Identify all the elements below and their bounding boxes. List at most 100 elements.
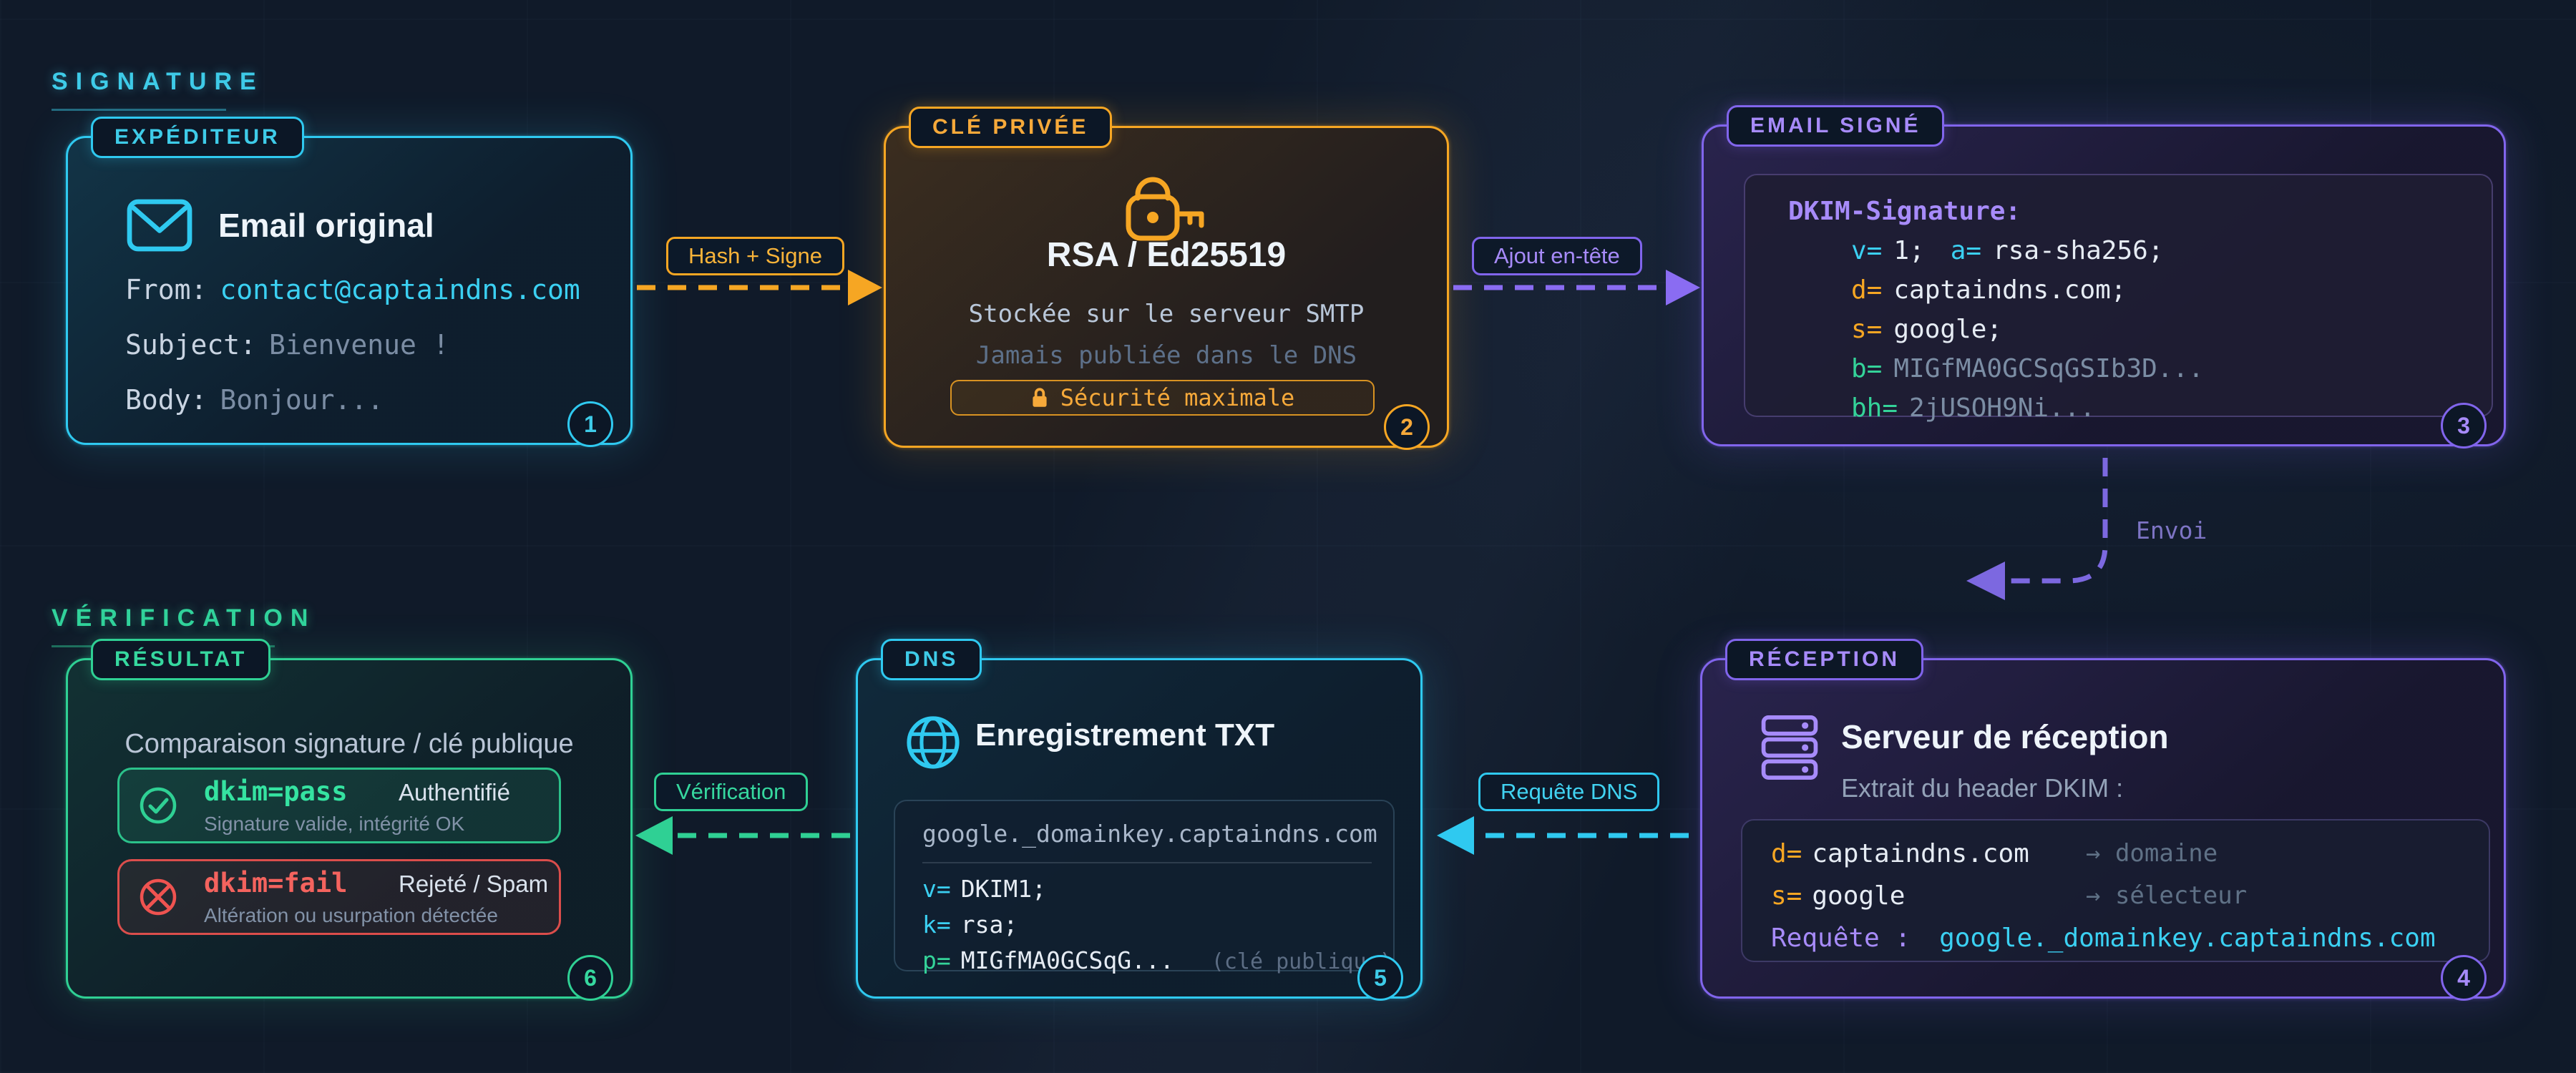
k-key: k= bbox=[922, 911, 951, 939]
arrow-left-icon bbox=[1966, 562, 2005, 600]
code-line-v-a: v= 1; a= rsa-sha256; bbox=[1788, 236, 2492, 275]
from-key: From: bbox=[125, 274, 207, 305]
a-value: rsa-sha256; bbox=[1993, 236, 2163, 265]
panel-divider bbox=[922, 862, 1372, 863]
extract-line-d: d= captaindns.com → domaine bbox=[1771, 839, 2463, 881]
txt-line-p: p=MIGfMA0GCSqG...(clé publique) bbox=[922, 946, 1372, 982]
section-signature-label: SIGNATURE bbox=[52, 68, 264, 96]
step-badge-4: 4 bbox=[2441, 955, 2487, 1001]
fail-description: Altération ou usurpation détectée bbox=[204, 904, 548, 927]
dkim-diagram: SIGNATURE VÉRIFICATION Hash + Signe Ajou… bbox=[0, 0, 2576, 1073]
lock-icon bbox=[1030, 386, 1049, 409]
code-line-b: b= MIGfMA0GCSqGSIb3D... bbox=[1788, 354, 2492, 393]
dkim-extract-panel: d= captaindns.com → domaine s= google → sé… bbox=[1741, 819, 2490, 962]
b-value: MIGfMA0GCSqGSIb3D... bbox=[1893, 354, 2203, 383]
flow-label-requete-dns: Requête DNS bbox=[1478, 773, 1659, 811]
card-reception: RÉCEPTION 4 Serveur de réception Extrait… bbox=[1700, 658, 2506, 999]
badge-reception: RÉCEPTION bbox=[1725, 639, 1923, 680]
card-resultat: RÉSULTAT 6 Comparaison signature / clé p… bbox=[66, 658, 633, 999]
v-value: DKIM1; bbox=[961, 875, 1046, 903]
flow-label-verification: Vérification bbox=[654, 773, 808, 811]
a-key: a= bbox=[1951, 236, 1981, 265]
from-value: contact@captaindns.com bbox=[220, 274, 580, 305]
v-value: 1; bbox=[1893, 236, 1924, 265]
key-privacy-note: Jamais publiée dans le DNS bbox=[886, 341, 1447, 370]
k-value: rsa; bbox=[961, 911, 1018, 939]
dkim-signature-code-panel: DKIM-Signature: v= 1; a= rsa-sha256; d= capt… bbox=[1744, 174, 2493, 417]
s-key: s= bbox=[1771, 881, 1802, 911]
flow-label-ajout-entete: Ajout en-tête bbox=[1472, 237, 1642, 275]
card-title-email-original: Email original bbox=[218, 191, 434, 260]
b-key: b= bbox=[1851, 354, 1882, 383]
comparison-title: Comparaison signature / clé publique bbox=[68, 729, 630, 760]
p-value: MIGfMA0GCSqG... bbox=[961, 946, 1174, 974]
s-key: s= bbox=[1851, 315, 1882, 344]
dkim-pass-code: dkim=pass bbox=[204, 776, 399, 807]
requete-key: Requête : bbox=[1771, 923, 1911, 966]
d-key: d= bbox=[1851, 275, 1882, 305]
dkim-header-extract-label: Extrait du header DKIM : bbox=[1841, 773, 2123, 803]
d-value: captaindns.com bbox=[1812, 839, 2029, 868]
dns-domain: google._domainkey.captaindns.com bbox=[922, 820, 1372, 848]
globe-icon bbox=[904, 713, 962, 775]
card-title-enregistrement-txt: Enregistrement TXT bbox=[975, 717, 1274, 753]
step-badge-2: 2 bbox=[1384, 404, 1430, 450]
security-badge: Sécurité maximale bbox=[950, 380, 1375, 416]
step-badge-5: 5 bbox=[1357, 955, 1403, 1001]
arrow-right-icon bbox=[1666, 270, 1700, 305]
card-cle-privee: CLÉ PRIVÉE 2 RSA / Ed25519 Stockée sur l… bbox=[884, 126, 1449, 448]
arrow-left-icon bbox=[635, 816, 673, 855]
txt-line-k: k= rsa; bbox=[922, 911, 1372, 946]
key-storage-note: Stockée sur le serveur SMTP bbox=[886, 300, 1447, 328]
arrow-envoi bbox=[1966, 458, 2105, 600]
d-key: d= bbox=[1771, 839, 1802, 868]
requete-value: google._domainkey.captaindns.com bbox=[1939, 923, 2436, 966]
v-key: v= bbox=[922, 875, 951, 903]
code-line-bh: bh= 2jUSOH9Ni... bbox=[1788, 393, 2492, 433]
badge-dns: DNS bbox=[881, 639, 982, 680]
body-key: Body: bbox=[125, 384, 207, 416]
bh-key: bh= bbox=[1851, 393, 1898, 423]
email-body-row: Body: Bonjour... bbox=[125, 384, 384, 416]
flow-label-envoi: Envoi bbox=[2136, 516, 2207, 544]
x-circle-icon bbox=[138, 877, 178, 917]
body-value: Bonjour... bbox=[220, 384, 384, 416]
section-signature-underline bbox=[52, 109, 226, 111]
s-value: google bbox=[1812, 881, 1905, 911]
server-icon bbox=[1760, 715, 1819, 784]
selector-note: → sélecteur bbox=[2086, 881, 2247, 923]
code-line-d: d= captaindns.com; bbox=[1788, 275, 2492, 315]
email-from-row: From: contact@captaindns.com bbox=[125, 274, 580, 305]
envelope-icon bbox=[125, 191, 194, 263]
badge-expediteur: EXPÉDITEUR bbox=[91, 117, 304, 158]
check-circle-icon bbox=[138, 785, 178, 825]
extract-line-s: s= google → sélecteur bbox=[1771, 881, 2463, 923]
card-title-serveur-reception: Serveur de réception bbox=[1841, 717, 2169, 756]
d-value: captaindns.com; bbox=[1893, 275, 2126, 305]
domain-note: → domaine bbox=[2086, 839, 2218, 881]
arrow-right-icon bbox=[848, 270, 882, 305]
flow-label-hash-signe: Hash + Signe bbox=[666, 237, 844, 275]
p-key: p= bbox=[922, 946, 951, 974]
code-line-header: DKIM-Signature: bbox=[1788, 197, 2492, 236]
v-key: v= bbox=[1851, 236, 1882, 265]
arrow-verification bbox=[635, 816, 850, 855]
card-email-signe: EMAIL SIGNÉ 3 DKIM-Signature: v=1;a=rsa-… bbox=[1702, 124, 2506, 446]
dkim-fail-code: dkim=fail bbox=[204, 868, 399, 898]
pass-description: Signature valide, intégrité OK bbox=[204, 813, 510, 836]
extract-line-requete: Requête : google._domainkey.captaindns.co… bbox=[1771, 923, 2463, 966]
card-dns: DNS 5 Enregistrement TXT google._domaink… bbox=[856, 658, 1423, 999]
code-line-s: s= google; bbox=[1788, 315, 2492, 354]
result-fail-box: dkim=fail Rejeté / Spam Altération ou us… bbox=[117, 859, 561, 935]
arrow-left-icon bbox=[1437, 816, 1474, 855]
badge-cle-privee: CLÉ PRIVÉE bbox=[909, 107, 1112, 148]
badge-email-signe: EMAIL SIGNÉ bbox=[1727, 105, 1944, 147]
s-value: google; bbox=[1893, 315, 2002, 344]
subject-key: Subject: bbox=[125, 329, 256, 361]
step-badge-3: 3 bbox=[2441, 403, 2487, 449]
bh-value: 2jUSOH9Ni... bbox=[1909, 393, 2095, 423]
fail-status: Rejeté / Spam bbox=[399, 871, 548, 898]
result-pass-box: dkim=pass Authentifié Signature valide, … bbox=[117, 768, 561, 843]
security-badge-label: Sécurité maximale bbox=[1060, 384, 1295, 411]
card-title-rsa-ed25519: RSA / Ed25519 bbox=[886, 235, 1447, 275]
